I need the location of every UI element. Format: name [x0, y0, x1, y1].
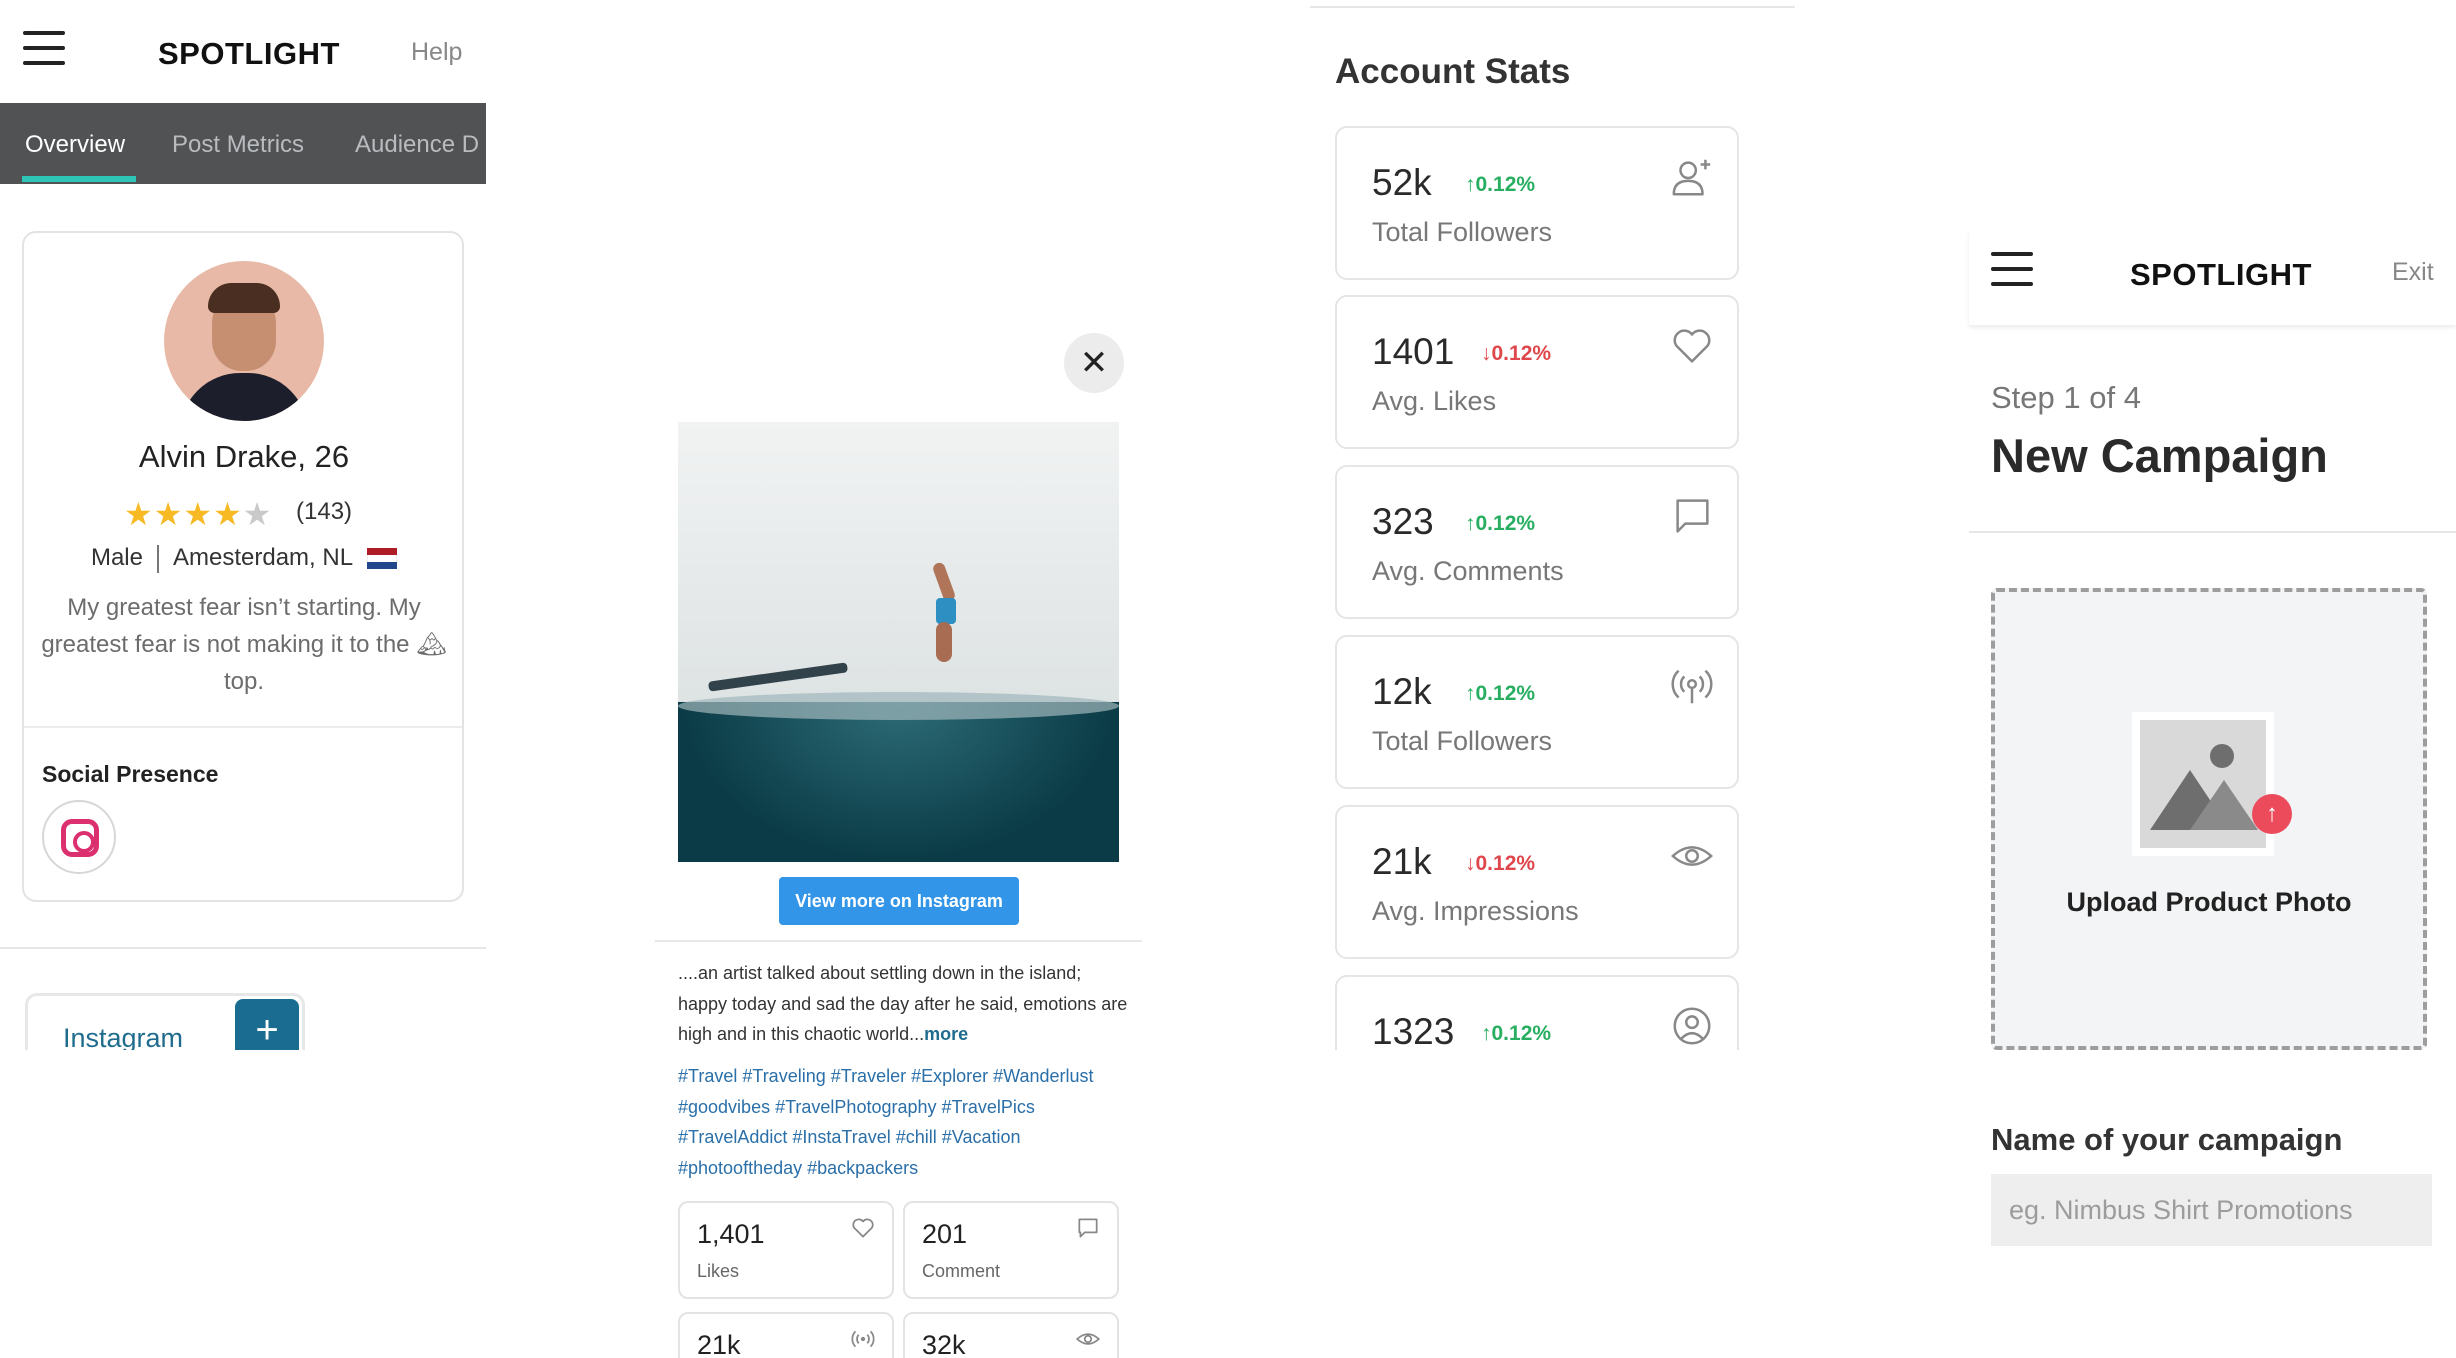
stat-label: Avg. Impressions	[1372, 896, 1579, 926]
tab-bar: Overview Post Metrics Audience D	[0, 103, 486, 184]
heart-icon	[1673, 329, 1711, 363]
stat-change: ↑0.12%	[1465, 512, 1536, 535]
stat-change: ↑0.12%	[1465, 682, 1536, 705]
comment-icon	[1676, 499, 1709, 533]
stat-value: 52k	[1372, 162, 1432, 203]
instagram-icon	[61, 819, 99, 857]
divider	[1969, 531, 2456, 533]
top-bar: SPOTLIGHT Exit	[1969, 230, 2456, 325]
stat-card-profile-views[interactable]: 1323 ↑0.12%	[1335, 975, 1739, 1050]
tab-audience[interactable]: Audience D	[355, 131, 479, 159]
exit-link[interactable]: Exit	[2392, 258, 2434, 287]
stat-label: Total Followers	[1372, 217, 1553, 247]
profile-card: Alvin Drake, 26 ★★★★★ (143) Male Amesterd…	[22, 231, 464, 902]
avatar	[164, 261, 324, 421]
stat-card-avg-impressions[interactable]: 21k ↓0.12% Avg. Impressions	[1335, 805, 1739, 959]
stats-title: Account Stats	[1335, 52, 1571, 91]
stat-card-total-followers-2[interactable]: 12k ↑0.12% Total Followers	[1335, 635, 1739, 789]
help-link[interactable]: Help	[411, 38, 462, 67]
tab-overview[interactable]: Overview	[25, 131, 125, 159]
stat-change: ↑0.12%	[1481, 1022, 1552, 1045]
divider	[1310, 6, 1795, 8]
profile-bio: My greatest fear isn’t starting. My grea…	[41, 594, 447, 695]
impressions-stat: 32k	[903, 1312, 1119, 1358]
upload-dropzone[interactable]: ↑ Upload Product Photo	[1991, 588, 2427, 1050]
stat-value: 201	[922, 1219, 968, 1249]
page-title: New Campaign	[1991, 429, 2328, 482]
stat-value: 1323	[1372, 1011, 1455, 1050]
comments-stat: 201 Comment	[903, 1201, 1119, 1299]
post-caption: ....an artist talked about settling down…	[678, 963, 1128, 1044]
stat-value: 32k	[922, 1330, 966, 1358]
brand-logo: SPOTLIGHT	[2130, 257, 2312, 292]
profile-name: Alvin Drake, 26	[138, 439, 350, 474]
broadcast-icon	[851, 1330, 875, 1348]
view-on-instagram-button[interactable]: View more on Instagram	[779, 877, 1019, 925]
image-placeholder-icon	[2132, 712, 2274, 856]
upload-arrow-icon: ↑	[2252, 794, 2292, 834]
star-icon: ★★★★	[124, 496, 243, 532]
rating-count: (143)	[296, 498, 353, 525]
post-hashtags: #Travel #Traveling #Traveler #Explorer #…	[678, 1066, 1094, 1178]
stat-label: Likes	[697, 1261, 740, 1281]
add-platform-button[interactable]: +	[235, 999, 299, 1050]
stat-value: 21k	[1372, 841, 1432, 882]
post-photo	[678, 422, 1119, 862]
netherlands-flag-icon	[367, 548, 398, 570]
gender: Male	[90, 544, 143, 571]
profile-meta: Male Amesterdam, NL	[24, 544, 464, 573]
reach-stat: 21k	[678, 1312, 894, 1358]
instagram-link[interactable]	[42, 800, 116, 874]
half-star-icon: ★	[242, 496, 273, 532]
hamburger-menu-icon[interactable]	[23, 31, 65, 76]
close-button[interactable]: ✕	[1064, 333, 1124, 393]
hamburger-menu-icon[interactable]	[1991, 252, 2033, 297]
stat-card-avg-comments[interactable]: 323 ↑0.12% Avg. Comments	[1335, 465, 1739, 619]
profile-screen: SPOTLIGHT Help Overview Post Metrics Aud…	[0, 0, 486, 1050]
stat-card-total-followers[interactable]: 52k ↑0.12% Total Followers	[1335, 126, 1739, 280]
post-screen: ✕ View more on Instagram ....an artist t…	[655, 330, 1145, 1358]
stat-label: Total Followers	[1372, 726, 1553, 756]
tab-post-metrics[interactable]: Post Metrics	[172, 131, 304, 159]
stat-value: 12k	[1372, 671, 1432, 712]
brand-logo: SPOTLIGHT	[158, 36, 340, 71]
step-indicator: Step 1 of 4	[1991, 380, 2141, 415]
stat-label: Comment	[922, 1261, 1001, 1281]
chip-label: Instagram	[63, 1023, 184, 1050]
campaign-screen: SPOTLIGHT Exit Step 1 of 4 New Campaign …	[1965, 230, 2456, 1358]
user-circle-icon	[1673, 1007, 1711, 1045]
divider	[0, 947, 486, 949]
stat-value: 21k	[697, 1330, 741, 1358]
stat-label: Avg. Likes	[1372, 386, 1497, 416]
add-user-icon	[1672, 159, 1711, 196]
stat-value: 323	[1372, 501, 1434, 542]
stat-value: 1401	[1372, 331, 1455, 372]
divider	[655, 940, 1142, 942]
top-bar: SPOTLIGHT Help	[0, 0, 486, 103]
stats-screen: Account Stats 52k ↑0.12% Total Followers…	[1310, 0, 1800, 1050]
stat-change: ↑0.12%	[1465, 173, 1536, 196]
rating-stars: ★★★★★	[124, 495, 272, 533]
platform-tabs: Instagram +	[25, 993, 305, 1050]
active-tab-indicator	[22, 176, 136, 182]
stat-card-avg-likes[interactable]: 1401 ↓0.12% Avg. Likes	[1335, 295, 1739, 449]
campaign-name-label: Name of your campaign	[1991, 1122, 2343, 1157]
upload-label: Upload Product Photo	[2066, 887, 2352, 917]
location: Amesterdam, NL	[172, 544, 354, 571]
stat-value: 1,401	[697, 1219, 765, 1249]
eye-icon	[1075, 1333, 1101, 1345]
broadcast-icon	[1671, 669, 1713, 704]
comment-icon	[1078, 1218, 1098, 1238]
campaign-name-input[interactable]	[1991, 1174, 2432, 1246]
stat-label: Avg. Comments	[1372, 556, 1564, 586]
heart-icon	[852, 1218, 874, 1238]
stat-change: ↓0.12%	[1465, 852, 1536, 875]
divider	[24, 726, 462, 728]
more-link[interactable]: more	[924, 1024, 968, 1044]
social-presence-title: Social Presence	[42, 761, 219, 787]
eye-icon	[1670, 846, 1714, 866]
likes-stat: 1,401 Likes	[678, 1201, 894, 1299]
stat-change: ↓0.12%	[1481, 342, 1552, 365]
